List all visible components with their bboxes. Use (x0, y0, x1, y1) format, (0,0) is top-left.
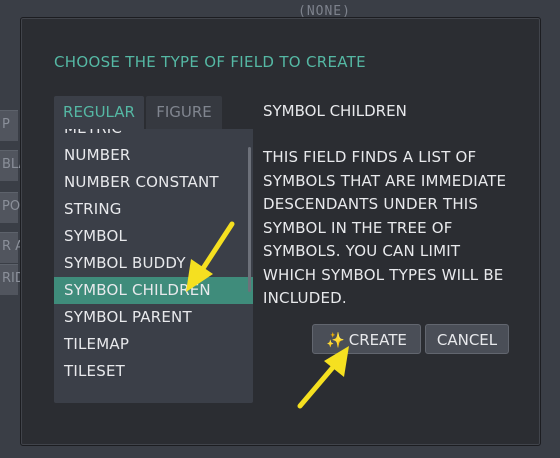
tab-figure[interactable]: FIGURE (146, 96, 222, 129)
cancel-button[interactable]: CANCEL (425, 324, 509, 354)
description-line: SYMBOLS THAT ARE IMMEDIATE (263, 171, 507, 190)
sparkle-icon: ✨ (326, 331, 345, 349)
list-item-tileset[interactable]: TILESET (54, 358, 253, 385)
list-item-symbol-children[interactable]: SYMBOL CHILDREN (54, 277, 253, 304)
list-item-metric[interactable]: METRIC (54, 129, 253, 142)
field-type-list[interactable]: METRIC NUMBER NUMBER CONSTANT STRING SYM… (54, 129, 253, 403)
list-item-symbol[interactable]: SYMBOL (54, 223, 253, 250)
create-button[interactable]: ✨ CREATE (312, 324, 421, 354)
background-left-label: PO (0, 192, 20, 223)
description-line: WHICH SYMBOL TYPES WILL BE (263, 265, 504, 284)
create-field-dialog: CHOOSE THE TYPE OF FIELD TO CREATE REGUL… (20, 17, 541, 446)
background-app-header (0, 0, 560, 16)
description-body: THIS FIELD FINDS A LIST OF SYMBOLS THAT … (263, 146, 523, 311)
description-line: INCLUDED. (263, 289, 347, 307)
list-scrollbar[interactable] (248, 147, 251, 292)
description-line: THIS FIELD FINDS A LIST OF (263, 148, 477, 166)
background-left-label: P (0, 110, 18, 141)
list-item-tilemap[interactable]: TILEMAP (54, 331, 253, 358)
list-item-number[interactable]: NUMBER (54, 142, 253, 169)
list-item-symbol-parent[interactable]: SYMBOL PARENT (54, 304, 253, 331)
list-item-symbol-buddy[interactable]: SYMBOL BUDDY (54, 250, 253, 277)
background-left-label: R A (0, 232, 24, 263)
background-left-label: BLA (0, 150, 27, 181)
create-button-label: CREATE (348, 331, 407, 349)
description-line: SYMBOL IN THE TREE OF (263, 218, 453, 237)
description-line: SYMBOLS. YOU CAN LIMIT (263, 242, 461, 260)
tab-regular[interactable]: REGULAR (54, 96, 144, 129)
list-item-string[interactable]: STRING (54, 196, 253, 223)
description-line: DESCENDANTS UNDER THIS (263, 195, 479, 213)
description-title: SYMBOL CHILDREN (263, 102, 407, 120)
list-item-number-constant[interactable]: NUMBER CONSTANT (54, 169, 253, 196)
background-left-label: RID (0, 264, 25, 295)
dialog-title: CHOOSE THE TYPE OF FIELD TO CREATE (54, 53, 366, 71)
